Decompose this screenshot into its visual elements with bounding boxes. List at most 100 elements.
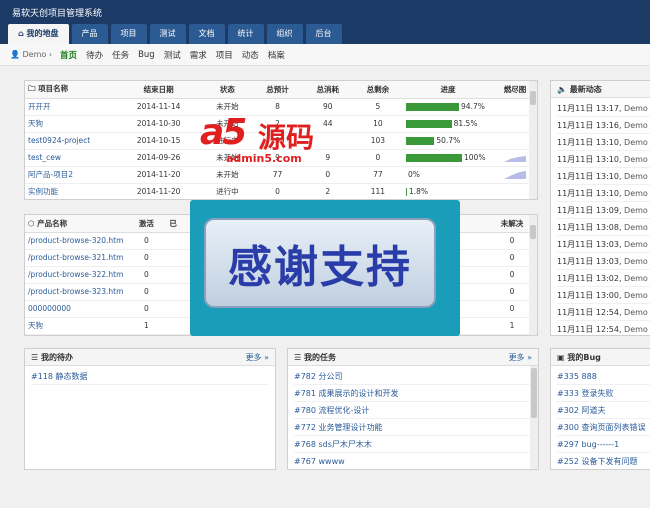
bug-link[interactable]: #252 设备下发有问题 — [557, 457, 638, 466]
product-link[interactable]: 000000000 — [28, 304, 71, 313]
project-link[interactable]: 天狗 — [28, 119, 43, 128]
bug-link[interactable]: #335 888 — [557, 372, 597, 381]
list-item[interactable]: #781 成果展示的设计和开发 — [294, 385, 532, 402]
col-progress: 进度 — [403, 81, 493, 99]
list-item[interactable]: #252 设备下发有问题 — [557, 453, 650, 469]
subnav-testcase[interactable]: 测试 — [164, 49, 181, 61]
project-name-cell[interactable]: 阿产品-项目2 — [25, 166, 115, 184]
progress-bar — [406, 120, 452, 128]
dynamic-time: 11月11日 13:03, — [557, 240, 622, 249]
tab-my[interactable]: ⌂ 我的地盘 — [8, 24, 69, 44]
task-link[interactable]: #768 sds尸木尸木木 — [294, 440, 372, 449]
product-name-cell[interactable]: 000000000 — [25, 300, 127, 318]
product-name-cell[interactable]: /product-browse-323.htm — [25, 283, 127, 301]
product-link[interactable]: 天狗 — [28, 321, 43, 330]
project-link[interactable]: test_cew — [28, 153, 61, 162]
project-link[interactable]: 开开开 — [28, 102, 51, 111]
task-link[interactable]: #772 业务管理设计功能 — [294, 423, 383, 432]
dynamic-user: Demo — [624, 223, 648, 232]
list-item[interactable]: #297 bug------1 — [557, 436, 650, 453]
volume-icon: 🔈 — [557, 85, 570, 94]
product-link[interactable]: /product-browse-320.htm — [28, 236, 123, 245]
a5-logo-text: 源码 — [258, 121, 315, 154]
product-name-cell[interactable]: /product-browse-321.htm — [25, 249, 127, 267]
subnav-todo[interactable]: 待办 — [86, 49, 103, 61]
list-item[interactable]: #768 sds尸木尸木木 — [294, 436, 532, 453]
project-scrollbar[interactable] — [529, 81, 537, 199]
product-name-cell[interactable]: /product-browse-320.htm — [25, 232, 127, 250]
bug-link[interactable]: #302 阿道夫 — [557, 406, 606, 415]
subnav-story[interactable]: 需求 — [190, 49, 207, 61]
product-name-cell[interactable]: 天狗 — [25, 317, 127, 335]
dynamic-time: 11月11日 13:17, — [557, 104, 622, 113]
task-panel: ☰ 我的任务 更多 » #782 分公司 #781 成果展示的设计和开发 #780 流… — [287, 348, 539, 470]
subnav-dynamic[interactable]: 动态 — [242, 49, 259, 61]
project-name-cell[interactable]: test_cew — [25, 149, 115, 167]
tab-product[interactable]: 产品 — [71, 24, 108, 44]
dynamic-list: 11月11日 13:17, Demo 登录11月11日 13:16, Demo … — [551, 98, 650, 335]
subnav-home[interactable]: 首页 — [60, 49, 77, 61]
tab-report[interactable]: 统计 — [227, 24, 264, 44]
col-product-name: ⬡ 产品名称 — [25, 215, 127, 233]
product-link[interactable]: /product-browse-321.htm — [28, 253, 123, 262]
tab-doc[interactable]: 文档 — [188, 24, 225, 44]
product-scrollbar[interactable] — [529, 215, 537, 335]
list-item[interactable]: #782 分公司 — [294, 368, 532, 385]
bug-link[interactable]: #333 登录失败 — [557, 389, 614, 398]
main-nav: ⌂ 我的地盘 产品 项目 测试 文档 统计 组织 后台 — [8, 24, 345, 44]
todo-more-link[interactable]: 更多 » — [246, 349, 269, 365]
bug-header: ▣ 我的Bug — [551, 349, 650, 366]
product-active-cell: 0 — [126, 232, 167, 250]
project-link[interactable]: 阿产品-项目2 — [28, 170, 73, 179]
project-link[interactable]: test0924-project — [28, 136, 90, 145]
task-header: ☰ 我的任务 更多 » — [288, 349, 538, 366]
todo-list: #118 静态数据 — [25, 366, 275, 387]
list-item[interactable]: #767 wwww — [294, 453, 532, 469]
project-name-cell[interactable]: 开开开 — [25, 98, 115, 116]
project-name-cell[interactable]: test0924-project — [25, 132, 115, 150]
list-item[interactable]: #118 静态数据 — [31, 368, 269, 385]
tab-company[interactable]: 组织 — [266, 24, 303, 44]
product-link[interactable]: /product-browse-323.htm — [28, 287, 123, 296]
task-link[interactable]: #780 流程优化-设计 — [294, 406, 369, 415]
subnav-bug[interactable]: Bug — [138, 50, 155, 60]
dynamic-user: Demo — [624, 291, 648, 300]
task-link[interactable]: #767 wwww — [294, 457, 345, 466]
task-scrollbar[interactable] — [530, 366, 538, 469]
progress-percent: 81.5% — [453, 119, 478, 128]
bug-link[interactable]: #300 查询页面列表错误 — [557, 423, 646, 432]
tab-test[interactable]: 测试 — [149, 24, 186, 44]
tab-project[interactable]: 项目 — [110, 24, 147, 44]
list-item[interactable]: #300 查询页面列表错误 — [557, 419, 650, 436]
task-link[interactable]: #782 分公司 — [294, 372, 343, 381]
dynamic-item: 11月11日 13:17, Demo 登录 — [557, 100, 650, 117]
task-list: #782 分公司 #781 成果展示的设计和开发 #780 流程优化-设计 #772 … — [288, 366, 538, 469]
product-name-cell[interactable]: /product-browse-322.htm — [25, 266, 127, 284]
todo-link[interactable]: #118 静态数据 — [31, 372, 88, 381]
dynamic-item: 11月11日 13:03, Demo 完成 — [557, 236, 650, 253]
list-item[interactable]: #333 登录失败 — [557, 385, 650, 402]
product-active-cell: 1 — [126, 317, 167, 335]
project-link[interactable]: 实例功能 — [28, 187, 58, 196]
dynamic-user: Demo — [624, 121, 648, 130]
product-link[interactable]: /product-browse-322.htm — [28, 270, 123, 279]
subnav-task[interactable]: 任务 — [112, 49, 129, 61]
dynamic-time: 11月11日 13:16, — [557, 121, 622, 130]
table-row[interactable]: 实例功能 2014-11-20 进行中 0 2 111 1.8% — [25, 183, 537, 199]
list-item[interactable]: #302 阿道夫 — [557, 402, 650, 419]
todo-panel: ☰ 我的待办 更多 » #118 静态数据 — [24, 348, 276, 470]
bug-link[interactable]: #297 bug------1 — [557, 440, 619, 449]
dynamic-header: 🔈 最新动态 — [551, 81, 650, 98]
project-name-cell[interactable]: 实例功能 — [25, 183, 115, 199]
dynamic-item: 11月11日 13:10, Demo 关闭 — [557, 151, 650, 168]
current-user[interactable]: 👤 Demo › — [10, 50, 52, 59]
task-link[interactable]: #781 成果展示的设计和开发 — [294, 389, 399, 398]
list-item[interactable]: #772 业务管理设计功能 — [294, 419, 532, 436]
subnav-project[interactable]: 项目 — [216, 49, 233, 61]
tab-admin[interactable]: 后台 — [305, 24, 342, 44]
list-item[interactable]: #335 888 — [557, 368, 650, 385]
project-name-cell[interactable]: 天狗 — [25, 115, 115, 133]
list-item[interactable]: #780 流程优化-设计 — [294, 402, 532, 419]
task-more-link[interactable]: 更多 » — [509, 349, 532, 365]
subnav-profile[interactable]: 档案 — [268, 49, 285, 61]
